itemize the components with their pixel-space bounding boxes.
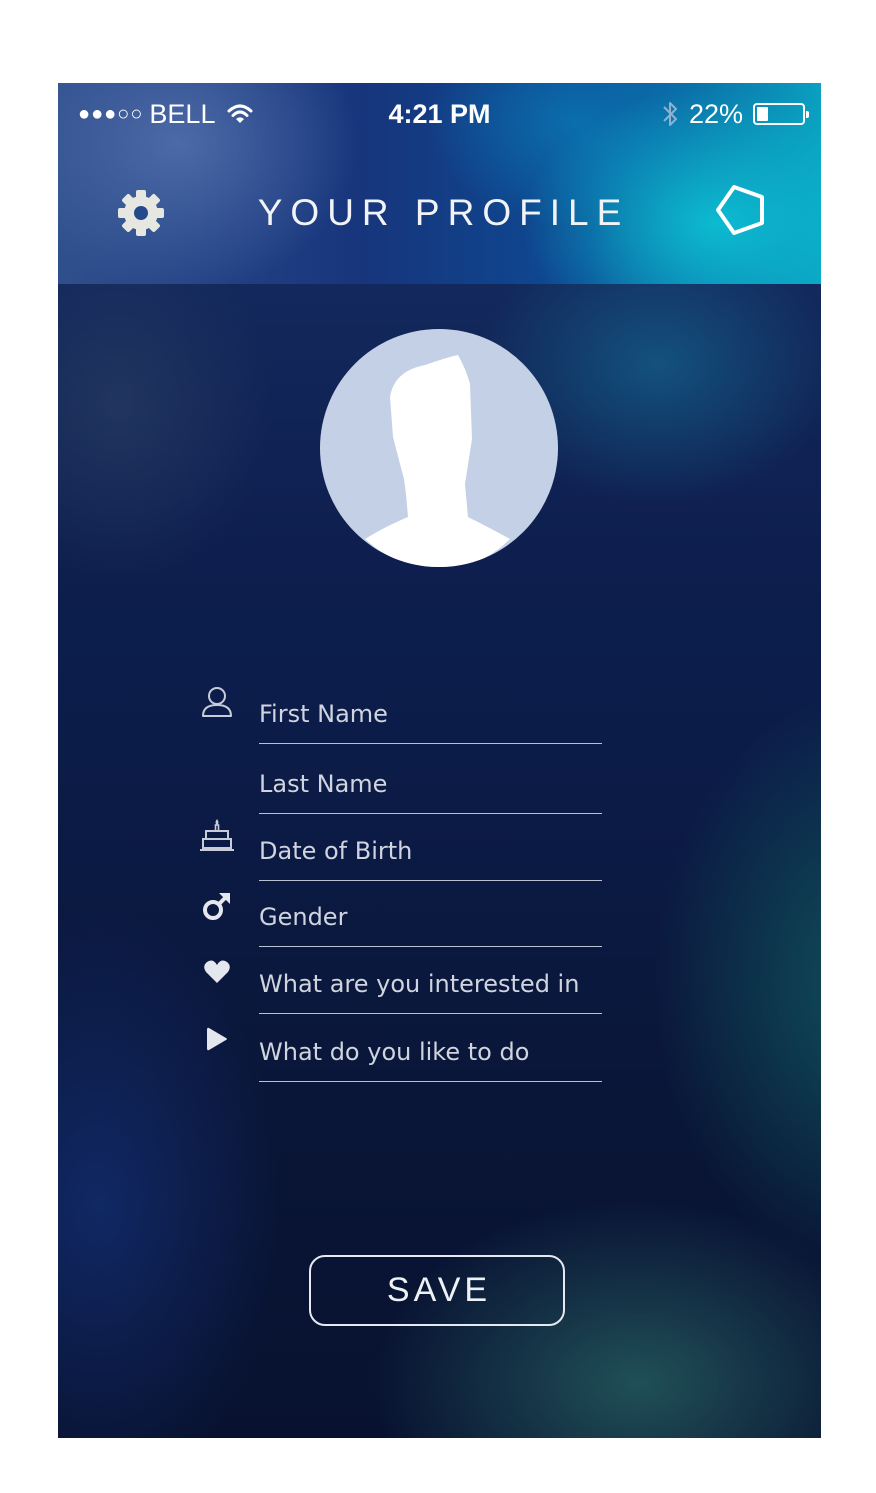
- avatar-panel: [58, 284, 821, 606]
- last-name-field[interactable]: [259, 752, 602, 814]
- pentagon-icon[interactable]: [714, 183, 770, 239]
- bluetooth-icon: [663, 102, 677, 126]
- page-title: YOUR PROFILE: [257, 192, 630, 233]
- date-of-birth-input[interactable]: [259, 828, 602, 880]
- activities-field[interactable]: [259, 1020, 602, 1082]
- avatar[interactable]: [320, 329, 558, 567]
- user-icon: [197, 682, 237, 722]
- gender-field[interactable]: [259, 885, 602, 947]
- date-of-birth-field[interactable]: [259, 819, 602, 881]
- profile-screen: ●●●○○ BELL 4:21 PM 22% YOUR PROFILE Firs…: [58, 83, 821, 1438]
- heart-icon: [197, 952, 237, 992]
- battery-status: 22%: [661, 97, 809, 131]
- battery-icon: [753, 103, 809, 125]
- last-name-input[interactable]: [259, 761, 602, 813]
- first-name-input[interactable]: [259, 691, 602, 743]
- activities-input[interactable]: [259, 1029, 602, 1081]
- male-symbol-icon: [197, 886, 237, 926]
- header: ●●●○○ BELL 4:21 PM 22% YOUR PROFILE: [58, 83, 821, 284]
- gender-input[interactable]: [259, 894, 602, 946]
- birthday-cake-icon: [197, 816, 237, 856]
- user-silhouette-icon: [365, 355, 510, 567]
- interests-input[interactable]: [259, 961, 602, 1013]
- interests-field[interactable]: [259, 952, 602, 1014]
- first-name-field[interactable]: [259, 682, 602, 744]
- battery-level: [757, 107, 768, 121]
- battery-percentage: 22%: [688, 99, 743, 129]
- save-button[interactable]: SAVE: [309, 1255, 565, 1326]
- play-icon: [197, 1019, 237, 1059]
